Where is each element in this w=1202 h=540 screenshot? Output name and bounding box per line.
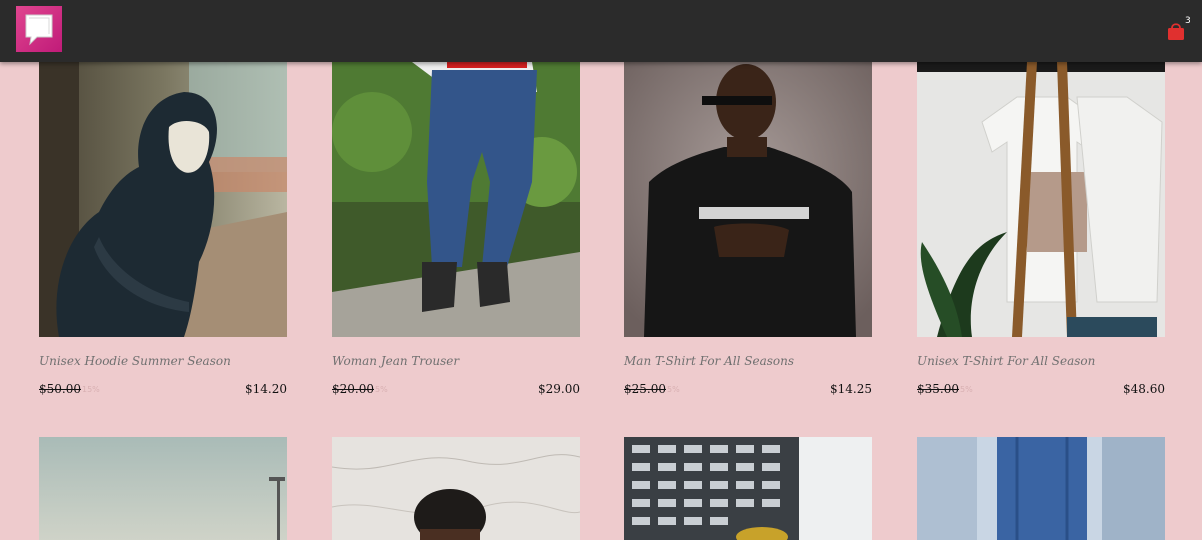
old-price: $25.00 bbox=[624, 382, 666, 396]
discount-badge: 5% bbox=[960, 385, 973, 394]
product-title[interactable]: Unisex T-Shirt For All Season bbox=[917, 354, 1165, 368]
product-pricing: $50.00 15% $14.20 bbox=[39, 382, 287, 398]
old-price: $35.00 bbox=[917, 382, 959, 396]
product-pricing: $20.00 5% $29.00 bbox=[332, 382, 580, 398]
product-title[interactable]: Man T-Shirt For All Seasons bbox=[624, 354, 872, 368]
product-title[interactable]: Woman Jean Trouser bbox=[332, 354, 580, 368]
cart-count-badge: 3 bbox=[1185, 16, 1191, 26]
current-price: $29.00 bbox=[538, 382, 580, 396]
product-pricing: $35.00 5% $48.60 bbox=[917, 382, 1165, 398]
product-image-jeans[interactable] bbox=[332, 62, 580, 337]
product-image-hoodie[interactable] bbox=[39, 62, 287, 337]
product-image-marble[interactable] bbox=[332, 437, 580, 540]
current-price: $14.25 bbox=[830, 382, 872, 396]
old-price: $20.00 bbox=[332, 382, 374, 396]
discount-badge: 15% bbox=[82, 385, 100, 394]
product-image-tshirt-man[interactable] bbox=[624, 62, 872, 337]
product-pricing: $25.00 5% $14.25 bbox=[624, 382, 872, 398]
discount-badge: 5% bbox=[375, 385, 388, 394]
old-price: $50.00 bbox=[39, 382, 81, 396]
chat-bubble-logo-icon[interactable] bbox=[16, 6, 62, 52]
discount-badge: 5% bbox=[667, 385, 680, 394]
top-navigation-bar: 3 bbox=[0, 0, 1202, 62]
product-grid: Unisex Hoodie Summer Season $50.00 15% $… bbox=[0, 0, 1202, 540]
current-price: $14.20 bbox=[245, 382, 287, 396]
product-title[interactable]: Unisex Hoodie Summer Season bbox=[39, 354, 287, 368]
shopping-bag-icon[interactable]: 3 bbox=[1166, 16, 1191, 42]
product-image-sky[interactable] bbox=[39, 437, 287, 540]
product-image-tshirt-rack[interactable] bbox=[917, 62, 1165, 337]
current-price: $48.60 bbox=[1123, 382, 1165, 396]
product-image-building[interactable] bbox=[624, 437, 872, 540]
product-image-denim[interactable] bbox=[917, 437, 1165, 540]
